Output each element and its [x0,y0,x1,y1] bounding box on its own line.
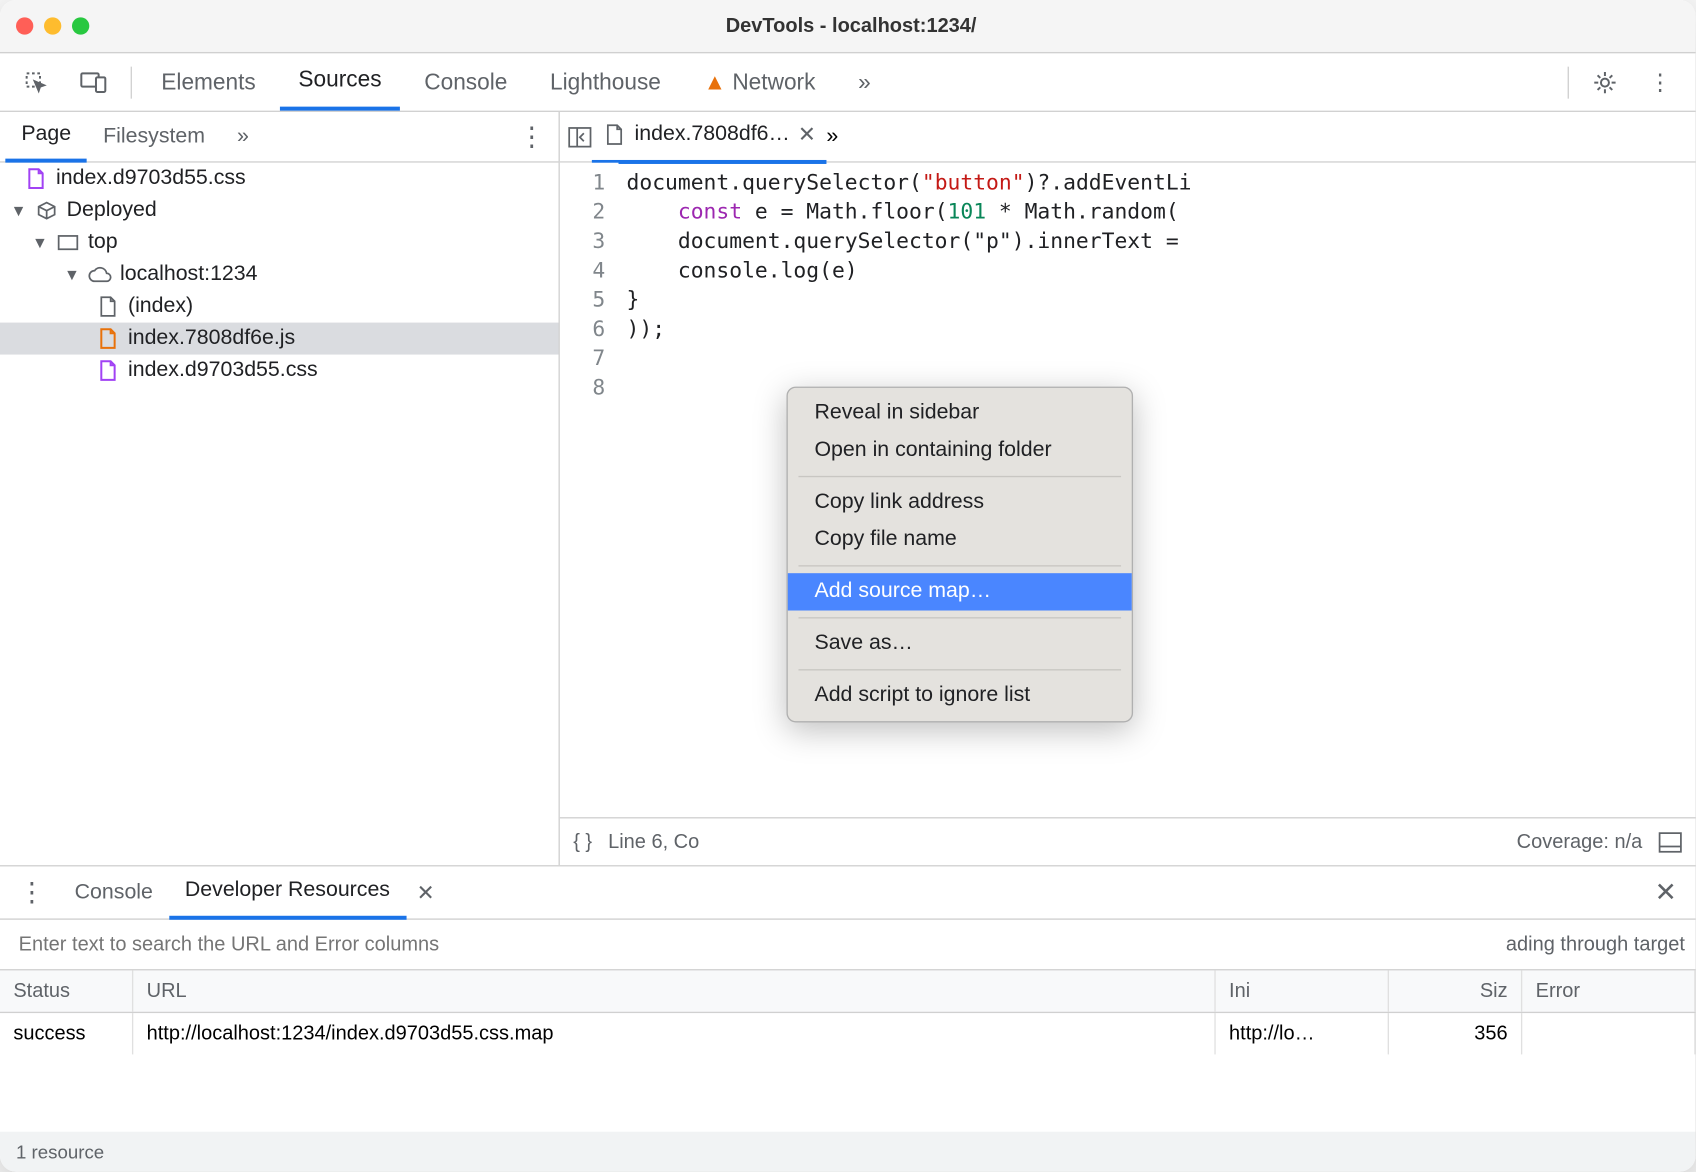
close-drawer-icon[interactable]: ✕ [1641,876,1690,909]
tree-item[interactable]: (index) [0,291,559,323]
resources-table: Status URL Ini Siz Error success http://… [0,970,1696,1131]
cursor-position: Line 6, Co [608,830,699,853]
js-file-icon [603,123,627,147]
tree-item[interactable]: ▼ Deployed [0,195,559,227]
document-icon [96,295,120,319]
device-toggle-icon[interactable] [67,63,120,100]
coverage-status: Coverage: n/a [1517,830,1643,853]
deployed-icon [35,199,59,223]
close-tab-icon[interactable]: ✕ [798,121,816,148]
tabs-overflow[interactable]: » [839,55,889,108]
code-content[interactable]: document.querySelector("button")?.addEve… [619,163,1696,818]
load-through-target-option[interactable]: ading through target [1506,933,1685,956]
close-window-button[interactable] [16,17,33,34]
drawer-tab-console[interactable]: Console [59,867,169,918]
toggle-sidebar-icon[interactable] [1658,831,1682,852]
resource-search-input[interactable] [11,925,1490,964]
col-initiator[interactable]: Ini [1216,970,1389,1011]
more-icon[interactable]: ⋮ [1636,61,1685,104]
tab-network[interactable]: ▲ Network [685,55,834,108]
col-size[interactable]: Siz [1389,970,1522,1011]
js-file-icon [96,327,120,351]
toggle-navigator-icon[interactable] [568,126,592,147]
main-toolbar: Elements Sources Console Lighthouse ▲ Ne… [0,53,1696,112]
tree-item-selected[interactable]: index.7808df6e.js [0,323,559,355]
tab-elements[interactable]: Elements [143,55,275,108]
tab-filesystem[interactable]: Filesystem [87,113,221,161]
ctx-save-as[interactable]: Save as… [788,625,1132,662]
drawer: ⋮ Console Developer Resources ✕ ✕ ading … [0,865,1696,1172]
chevron-down-icon: ▼ [32,233,48,252]
tab-page[interactable]: Page [5,112,87,163]
editor-statusbar: { } Line 6, Co Coverage: n/a [560,817,1696,865]
zoom-window-button[interactable] [72,17,89,34]
close-drawer-tab-icon[interactable]: ✕ [406,879,445,906]
inspect-element-icon[interactable] [11,62,62,102]
drawer-tab-devres[interactable]: Developer Resources [169,865,406,920]
editor-tab[interactable]: index.7808df6… ✕ [592,112,827,164]
css-file-icon [96,359,120,383]
table-row[interactable]: success http://localhost:1234/index.d970… [0,1013,1696,1054]
ctx-add-source-map[interactable]: Add source map… [788,573,1132,610]
minimize-window-button[interactable] [44,17,61,34]
ctx-reveal-sidebar[interactable]: Reveal in sidebar [788,395,1132,432]
titlebar: DevTools - localhost:1234/ [0,0,1696,53]
tree-item[interactable]: ▼ top [0,227,559,259]
cloud-icon [88,263,112,287]
drawer-more-icon[interactable]: ⋮ [5,876,58,909]
tree-item[interactable]: index.d9703d55.css [0,355,559,387]
context-menu: Reveal in sidebar Open in containing fol… [786,387,1133,723]
tree-item[interactable]: index.d9703d55.css [0,163,559,195]
frame-icon [56,231,80,255]
drawer-statusbar: 1 resource [0,1132,1696,1172]
ctx-copy-link[interactable]: Copy link address [788,484,1132,521]
tab-sources[interactable]: Sources [280,53,400,110]
warning-icon: ▲ [704,69,726,94]
css-file-icon [24,167,48,191]
format-icon[interactable]: { } [573,830,592,853]
editor-tabs-overflow[interactable]: » [826,125,838,149]
chevron-down-icon: ▼ [64,265,80,284]
file-tree: index.d9703d55.css ▼ Deployed ▼ top ▼ [0,163,559,865]
chevron-down-icon: ▼ [11,201,27,220]
navigator-pane: Page Filesystem » ⋮ index.d9703d55.css ▼… [0,112,560,865]
subtabs-more-icon[interactable]: ⋮ [519,120,546,153]
ctx-open-folder[interactable]: Open in containing folder [788,432,1132,469]
subtabs-overflow[interactable]: » [221,113,265,161]
ctx-ignore-list[interactable]: Add script to ignore list [788,677,1132,714]
tab-lighthouse[interactable]: Lighthouse [531,55,679,108]
tree-item[interactable]: ▼ localhost:1234 [0,259,559,291]
col-url[interactable]: URL [133,970,1215,1011]
col-status[interactable]: Status [0,970,133,1011]
tab-console[interactable]: Console [406,55,526,108]
col-error[interactable]: Error [1522,970,1695,1011]
window-title: DevTools - localhost:1234/ [89,15,1613,38]
ctx-copy-filename[interactable]: Copy file name [788,521,1132,558]
line-gutter: 12345678 [560,163,619,818]
settings-icon[interactable] [1580,62,1631,102]
